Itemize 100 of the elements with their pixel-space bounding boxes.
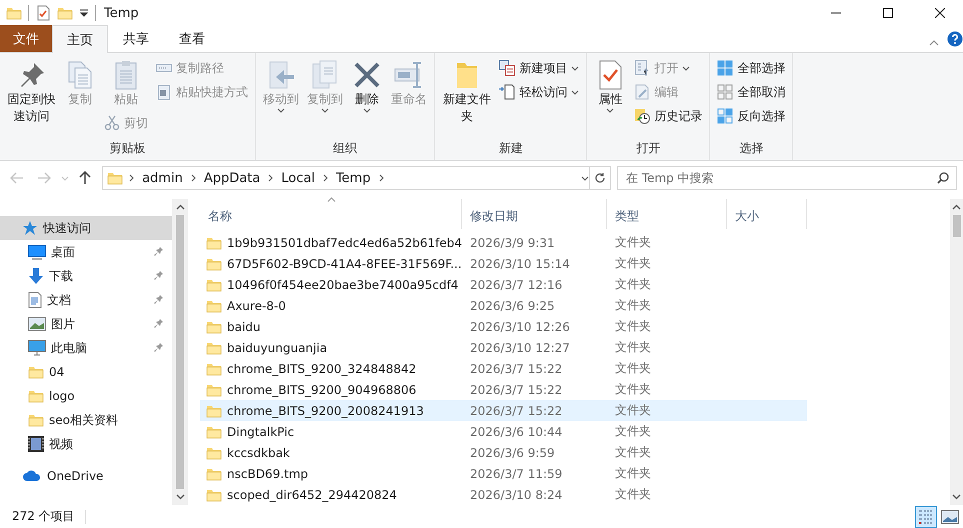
- breadcrumb-link[interactable]: admin: [140, 170, 185, 186]
- ribbon-button[interactable]: 新建文件夹: [439, 57, 494, 127]
- search-icon[interactable]: [937, 172, 949, 184]
- caret-icon[interactable]: [580, 176, 589, 180]
- properties-icon[interactable]: [35, 5, 51, 21]
- ribbon-button[interactable]: 新建项目: [496, 57, 582, 79]
- sidebar-item[interactable]: 视频: [0, 432, 172, 456]
- ribbon-button[interactable]: 历史记录: [631, 105, 706, 127]
- table-cell-text: 文件夹: [614, 465, 652, 482]
- column-header[interactable]: 名称: [200, 199, 462, 229]
- table-cell-text: 2026/3/6 9:25: [469, 298, 556, 312]
- document-icon: [28, 292, 42, 308]
- file-name-cell[interactable]: Axure-8-0: [200, 298, 462, 314]
- ribbon-tab[interactable]: 主页: [52, 25, 108, 53]
- ribbon-button[interactable]: 全部取消: [714, 81, 788, 103]
- ribbon-tab[interactable]: 查看: [164, 25, 220, 52]
- sidebar-item[interactable]: OneDrive: [0, 464, 172, 488]
- folder-icon: [28, 388, 44, 404]
- caret-icon: [571, 90, 580, 94]
- item-count: 272 个项目: [12, 508, 75, 525]
- ribbon-button[interactable]: 全部选择: [714, 57, 788, 79]
- breadcrumb-link[interactable]: AppData: [202, 170, 262, 186]
- sort-ascending-icon: [327, 197, 336, 202]
- ribbon-tab[interactable]: 共享: [108, 25, 164, 52]
- file-name-cell[interactable]: 10496f0f454ee20bae3be7400a95cdf4: [200, 276, 462, 292]
- folder-icon: [28, 412, 44, 428]
- table-cell-text: 文件夹: [614, 339, 652, 356]
- sidebar-item[interactable]: 快速访问: [0, 216, 172, 240]
- history-icon: [634, 108, 650, 124]
- chevron-icon: [322, 174, 328, 182]
- maximize-icon[interactable]: [883, 8, 893, 18]
- file-name-cell[interactable]: baidu: [200, 318, 462, 334]
- table-cell-text: 2026/3/9 9:31: [469, 236, 556, 250]
- table-cell-text: 文件夹: [614, 276, 652, 293]
- table-cell-text: 2026/3/7 12:16: [469, 278, 564, 292]
- table-row-highlight[interactable]: chrome_BITS_9200_2008241913 2026/3/7 15:22 文件夹: [200, 400, 807, 421]
- chevron-icon: [378, 174, 384, 182]
- table-cell-text: 文件夹: [614, 255, 652, 272]
- up-icon[interactable]: [79, 171, 92, 185]
- sidebar-item[interactable]: logo: [0, 384, 172, 408]
- new-item-icon: [499, 60, 516, 76]
- search-field[interactable]: 在 Temp 中搜索: [617, 166, 957, 190]
- scroll-up-icon[interactable]: [176, 204, 184, 210]
- ribbon-button[interactable]: 固定到快速访问: [4, 57, 60, 127]
- file-name-cell[interactable]: baiduyunguanjia: [200, 340, 462, 356]
- select-all-icon: [717, 60, 734, 76]
- table-cell-text: 2026/3/6 9:59: [469, 446, 556, 460]
- column-header[interactable]: 大小: [727, 199, 807, 229]
- file-name-cell[interactable]: chrome_BITS_9200_904968806: [200, 382, 462, 398]
- table-cell-text: 2026/3/10 12:27: [469, 340, 571, 354]
- chevron-icon: [129, 174, 134, 182]
- invert-selection-icon: [717, 108, 734, 124]
- table-cell-text: 2026/3/7 11:59: [469, 466, 564, 480]
- column-header[interactable]: 类型: [607, 199, 727, 229]
- sidebar-item[interactable]: 图片: [0, 312, 172, 336]
- sidebar-item[interactable]: 04: [0, 360, 172, 384]
- scroll-up-icon[interactable]: [952, 204, 961, 210]
- sidebar-item[interactable]: 此电脑: [0, 336, 172, 360]
- file-name-cell[interactable]: 67D5F602-B9CD-41A4-8FEE-31F569F...: [200, 256, 462, 272]
- scrollbar-thumb[interactable]: [952, 215, 960, 237]
- customize-toolbar-icon[interactable]: [79, 8, 89, 18]
- file-name-cell[interactable]: scoped_dir6452_294420824: [200, 486, 462, 502]
- breadcrumb-link[interactable]: Local: [279, 170, 317, 186]
- ribbon-button[interactable]: 属性: [591, 57, 630, 115]
- file-name-cell[interactable]: 1b9b931501dbaf7edc4ed6a52b61feb4: [200, 234, 462, 250]
- ribbon-button[interactable]: 轻松访问: [496, 81, 582, 103]
- table-cell-text: 2026/3/10 8:24: [469, 488, 564, 502]
- scroll-down-icon[interactable]: [952, 494, 961, 500]
- file-name-cell[interactable]: DingtalkPic: [200, 424, 462, 440]
- picture-icon: [28, 317, 46, 331]
- scroll-down-icon[interactable]: [176, 494, 184, 500]
- column-header[interactable]: 修改日期: [462, 199, 607, 229]
- table-cell-text: 文件夹: [614, 444, 652, 461]
- ribbon-button[interactable]: 删除: [348, 57, 386, 115]
- file-name-cell[interactable]: nscBD69.tmp: [200, 466, 462, 482]
- folder-icon: [28, 364, 44, 380]
- group-label: 选择: [738, 140, 764, 157]
- file-name-cell[interactable]: chrome_BITS_9200_2008241913: [200, 402, 462, 418]
- sidebar-item[interactable]: 桌面: [0, 240, 172, 264]
- file-name-cell[interactable]: kccsdkbak: [200, 444, 462, 460]
- scissors-icon: [104, 115, 120, 131]
- collapse-ribbon-icon[interactable]: [929, 40, 939, 46]
- breadcrumb-link[interactable]: Temp: [334, 170, 373, 186]
- details-view-button[interactable]: [915, 506, 937, 528]
- refresh-icon[interactable]: [594, 172, 606, 184]
- address-field[interactable]: admin AppData Local Temp: [102, 166, 590, 190]
- close-icon[interactable]: [935, 8, 945, 18]
- open-icon: [634, 60, 650, 76]
- caret-icon: [606, 108, 614, 113]
- ribbon-button[interactable]: 反向选择: [714, 105, 788, 127]
- file-name-cell[interactable]: chrome_BITS_9200_324848842: [200, 360, 462, 376]
- help-icon[interactable]: [947, 31, 963, 47]
- sidebar-item[interactable]: 下载: [0, 264, 172, 288]
- sidebar-item[interactable]: 文档: [0, 288, 172, 312]
- scrollbar-thumb[interactable]: [176, 215, 184, 489]
- caret-icon: [682, 66, 690, 70]
- file-menu-tab[interactable]: 文件: [0, 25, 52, 52]
- group-label: 组织: [332, 140, 358, 157]
- table-cell-text: 文件夹: [614, 234, 652, 251]
- sidebar-item[interactable]: seo相关资料: [0, 408, 172, 432]
